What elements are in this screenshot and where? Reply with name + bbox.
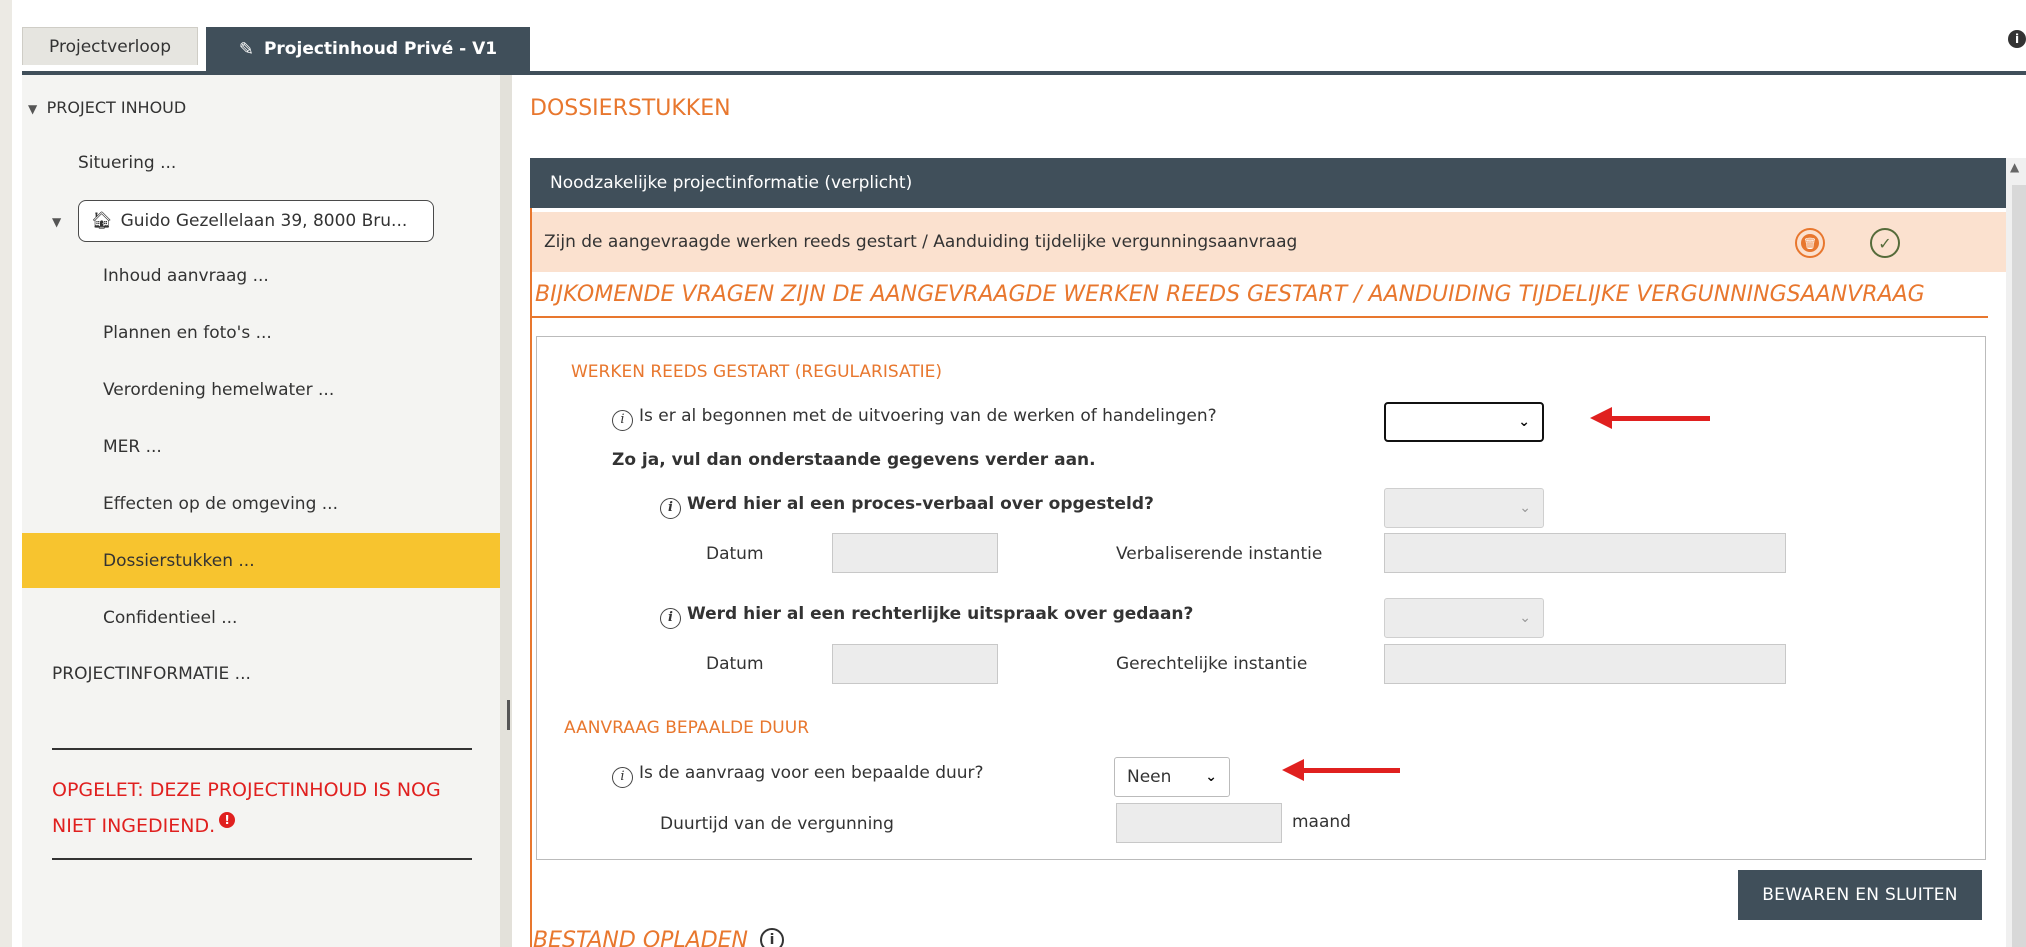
sidebar-item-projectinformatie[interactable]: PROJECTINFORMATIE ...	[52, 664, 251, 684]
court-select[interactable]: ⌄	[1384, 598, 1544, 638]
sidebar-item-dossierstukken[interactable]: Dossierstukken ...	[103, 551, 255, 571]
button-label: BEWAREN EN SLUITEN	[1762, 885, 1958, 905]
chevron-down-icon: ⌄	[1518, 414, 1530, 430]
info-icon[interactable]: i	[660, 498, 681, 519]
upload-heading: BESTAND OPLADEN	[533, 928, 749, 947]
duration-unit: maand	[1292, 812, 1351, 832]
confirm-button[interactable]: ✓	[1870, 228, 1900, 258]
divider	[52, 748, 472, 750]
pv-date-input[interactable]	[832, 533, 998, 573]
date-label: Datum	[706, 544, 764, 564]
row-label: Zijn de aangevraagde werken reeds gestar…	[544, 232, 1298, 252]
question-duration: i Is de aanvraag voor een bepaalde duur?	[612, 763, 984, 788]
question-label: Is er al begonnen met de uitvoering van …	[639, 406, 1217, 426]
left-gutter	[0, 0, 12, 947]
sidebar-item-effecten[interactable]: Effecten op de omgeving ...	[103, 494, 338, 514]
verbalising-label: Verbaliserende instantie	[1116, 544, 1323, 564]
sidebar-item-situering[interactable]: Situering ...	[78, 153, 176, 173]
trash-icon: 🗑︎	[1801, 234, 1819, 252]
delete-button[interactable]: 🗑︎	[1795, 228, 1825, 258]
chevron-down-icon: ⌄	[1519, 610, 1531, 626]
court-input[interactable]	[1384, 644, 1786, 684]
subsection-title: AANVRAAG BEPAALDE DUUR	[564, 718, 810, 738]
court-date-input[interactable]	[832, 644, 998, 684]
sidebar-item-plannen[interactable]: Plannen en foto's ...	[103, 323, 272, 343]
section-divider	[532, 316, 1988, 318]
hint-text: Zo ja, vul dan onderstaande gegevens ver…	[612, 450, 1096, 470]
not-submitted-warning: OPGELET: DEZE PROJECTINHOUD IS NOG NIET …	[52, 772, 472, 844]
court-label: Gerechtelijke instantie	[1116, 654, 1308, 674]
subsection-title: WERKEN REEDS GESTART (REGULARISATIE)	[571, 362, 943, 382]
sidebar-item-mer[interactable]: MER ...	[103, 437, 162, 457]
question-label: Werd hier al een proces-verbaal over opg…	[687, 494, 1154, 514]
sidebar-splitter[interactable]	[500, 75, 512, 947]
sidebar-item-verordening[interactable]: Verordening hemelwater ...	[103, 380, 334, 400]
duration-input[interactable]	[1116, 803, 1282, 843]
caret-down-icon[interactable]: ▼	[52, 215, 61, 229]
divider	[52, 858, 472, 860]
home-icon: 🏠︎	[91, 211, 113, 231]
sidebar-active-highlight	[22, 533, 500, 588]
question-started: i Is er al begonnen met de uitvoering van…	[612, 406, 1217, 431]
info-icon[interactable]: i	[612, 410, 633, 431]
address-label: Guido Gezellelaan 39, 8000 Bru...	[120, 211, 408, 231]
info-icon[interactable]: i	[760, 928, 784, 947]
info-icon[interactable]: i	[660, 608, 681, 629]
tree-root[interactable]: ▼ PROJECT INHOUD	[28, 98, 186, 118]
chevron-down-icon: ⌄	[1205, 769, 1217, 785]
exclamation-icon: !	[219, 812, 236, 828]
tree-root-label: PROJECT INHOUD	[46, 98, 187, 117]
warning-text: OPGELET: DEZE PROJECTINHOUD IS NOG NIET …	[52, 779, 441, 837]
caret-down-icon: ▼	[28, 102, 38, 116]
question-court: i Werd hier al een rechterlijke uitspraak…	[660, 604, 1193, 629]
selected-list-row[interactable]: Zijn de aangevraagde werken reeds gestar…	[532, 212, 2006, 272]
splitter-handle[interactable]	[507, 700, 510, 730]
scrollbar-thumb[interactable]	[2012, 185, 2026, 947]
duration-select[interactable]: Neen ⌄	[1114, 757, 1230, 797]
tab-projectverloop[interactable]: Projectverloop	[22, 27, 198, 65]
info-icon[interactable]: i	[612, 767, 633, 788]
pv-select[interactable]: ⌄	[1384, 488, 1544, 528]
arrow-annotation	[1606, 416, 1710, 421]
question-label: Is de aanvraag voor een bepaalde duur?	[639, 763, 984, 783]
question-label: Werd hier al een rechterlijke uitspraak …	[687, 604, 1194, 624]
arrow-annotation	[1298, 768, 1400, 773]
sidebar-item-confidentieel[interactable]: Confidentieel ...	[103, 608, 237, 628]
tab-projectinhoud[interactable]: ✎ Projectinhoud Privé - V1	[206, 27, 530, 71]
check-icon: ✓	[1878, 233, 1892, 253]
sidebar-item-inhoud-aanvraag[interactable]: Inhoud aanvraag ...	[103, 266, 269, 286]
duration-label: Duurtijd van de vergunning	[660, 814, 894, 834]
chevron-down-icon: ⌄	[1519, 500, 1531, 516]
page-title: DOSSIERSTUKKEN	[530, 96, 731, 121]
save-and-close-button[interactable]: BEWAREN EN SLUITEN	[1738, 870, 1982, 920]
select-value: Neen	[1127, 767, 1172, 787]
scroll-up-icon[interactable]: ▲	[2010, 160, 2019, 174]
pencil-icon: ✎	[238, 38, 254, 60]
sidebar-item-address[interactable]: 🏠︎ Guido Gezellelaan 39, 8000 Bru...	[78, 200, 434, 242]
section-heading: BIJKOMENDE VRAGEN ZIJN DE AANGEVRAAGDE W…	[535, 282, 1925, 307]
started-select[interactable]: ⌄	[1384, 402, 1544, 442]
tab-label: Projectinhoud Privé - V1	[263, 39, 498, 59]
date-label: Datum	[706, 654, 764, 674]
panel-header: Noodzakelijke projectinformatie (verplic…	[530, 158, 2006, 208]
verbalising-input[interactable]	[1384, 533, 1786, 573]
question-pv: i Werd hier al een proces-verbaal over op…	[660, 494, 1154, 519]
tab-label: Projectverloop	[49, 36, 171, 57]
info-icon[interactable]: i	[2008, 30, 2026, 48]
